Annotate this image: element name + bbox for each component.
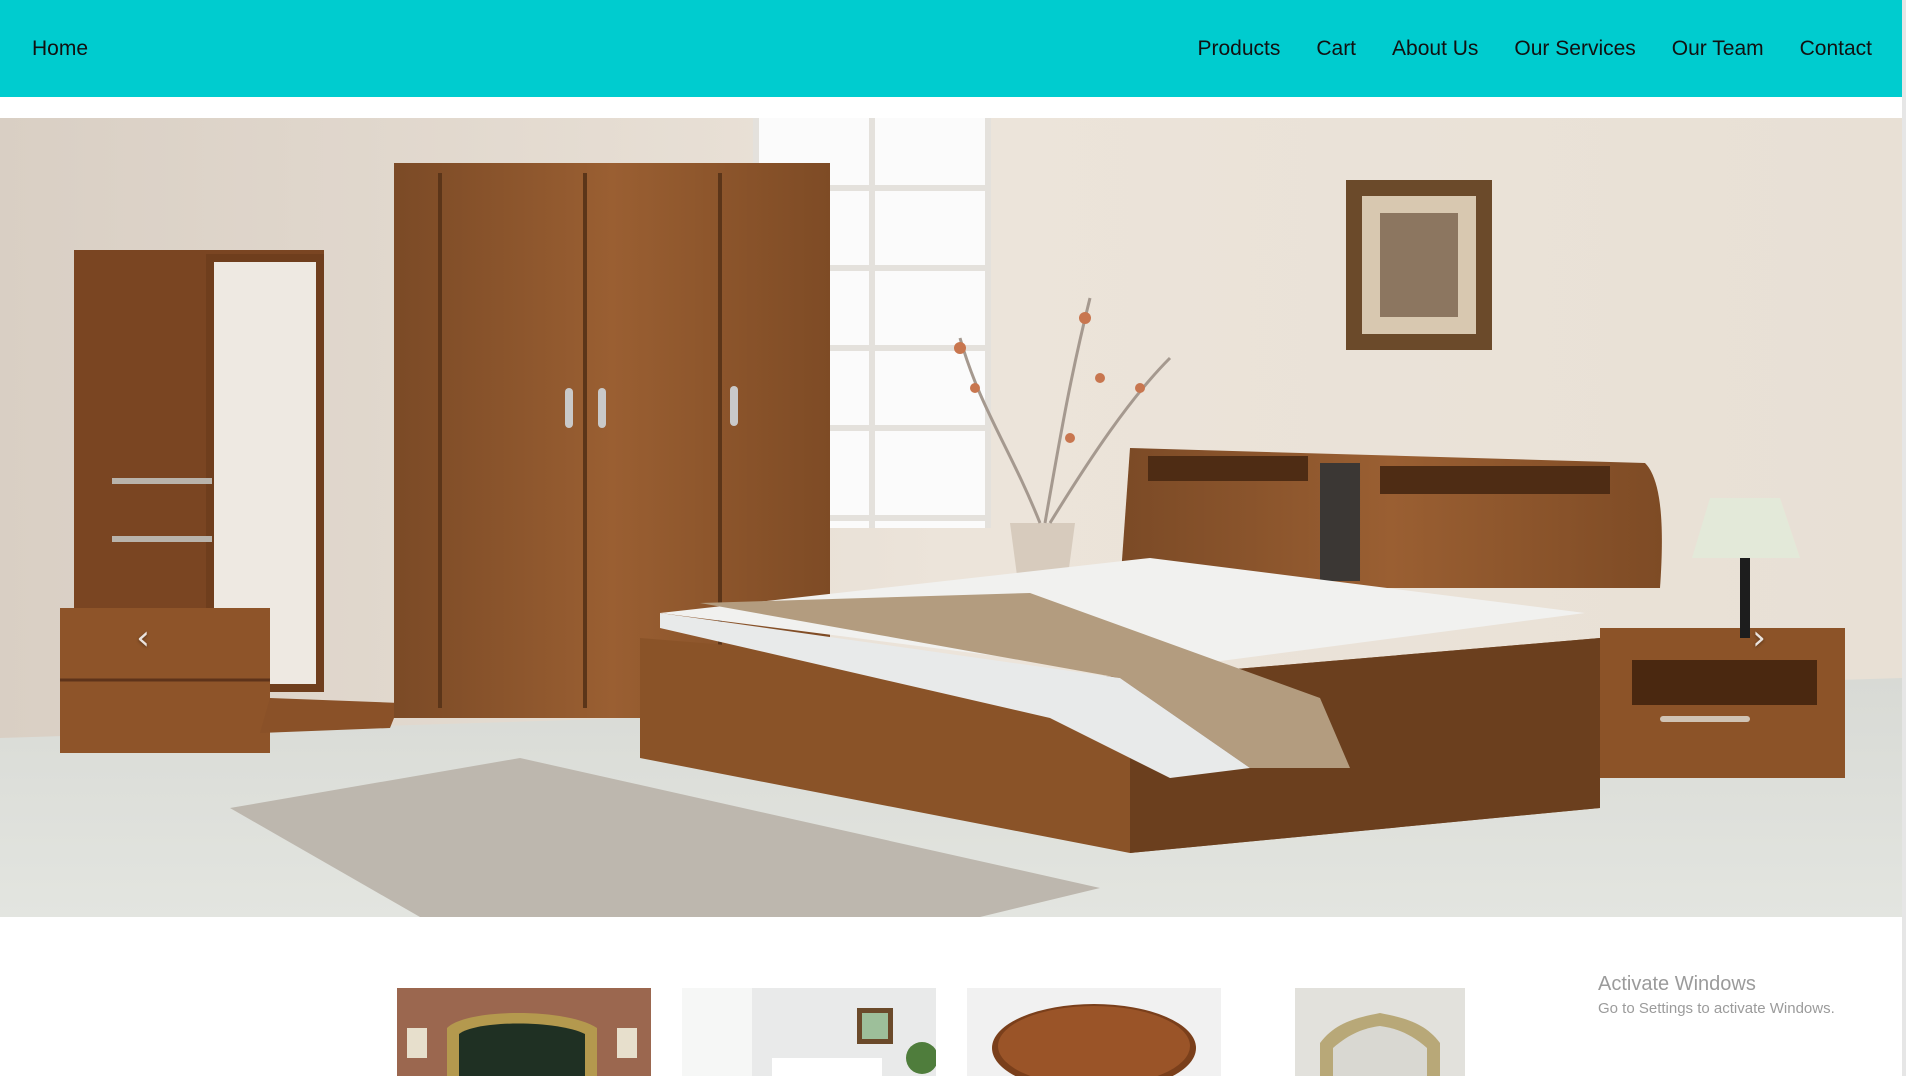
thumbnail-round-table[interactable] [967,988,1221,1076]
nav-cart-link[interactable]: Cart [1316,37,1356,61]
thumbnail-image [397,988,651,1076]
chevron-left-icon: ‹ [136,618,150,658]
nav-contact-link[interactable]: Contact [1800,37,1872,61]
nav-our-team-link[interactable]: Our Team [1672,37,1764,61]
thumbnail-image [682,988,936,1076]
hero-carousel: ‹ › [0,118,1902,917]
chevron-right-icon: › [1752,618,1766,658]
thumbnail-image [1295,988,1465,1076]
thumbnail-image [967,988,1221,1076]
nav-products-link[interactable]: Products [1197,37,1280,61]
slide-image-bedroom [0,118,1902,917]
nav-home-link[interactable]: Home [32,37,88,61]
top-navbar: Home Products Cart About Us Our Services… [0,0,1902,97]
nav-about-us-link[interactable]: About Us [1392,37,1478,61]
windows-activation-watermark: Activate Windows Go to Settings to activ… [1598,973,1835,1017]
watermark-subtitle: Go to Settings to activate Windows. [1598,1000,1835,1017]
thumbnail-ornate-mirror[interactable] [1295,988,1465,1076]
watermark-title: Activate Windows [1598,973,1756,995]
thumbnail-ornate-bed[interactable] [397,988,651,1076]
carousel-next-button[interactable]: › [1739,613,1779,663]
nav-our-services-link[interactable]: Our Services [1514,37,1635,61]
page-scrollbar[interactable] [1902,0,1906,1076]
carousel-prev-button[interactable]: ‹ [123,613,163,663]
thumbnail-living-room[interactable] [682,988,936,1076]
nav-menu: Products Cart About Us Our Services Our … [1161,37,1872,61]
